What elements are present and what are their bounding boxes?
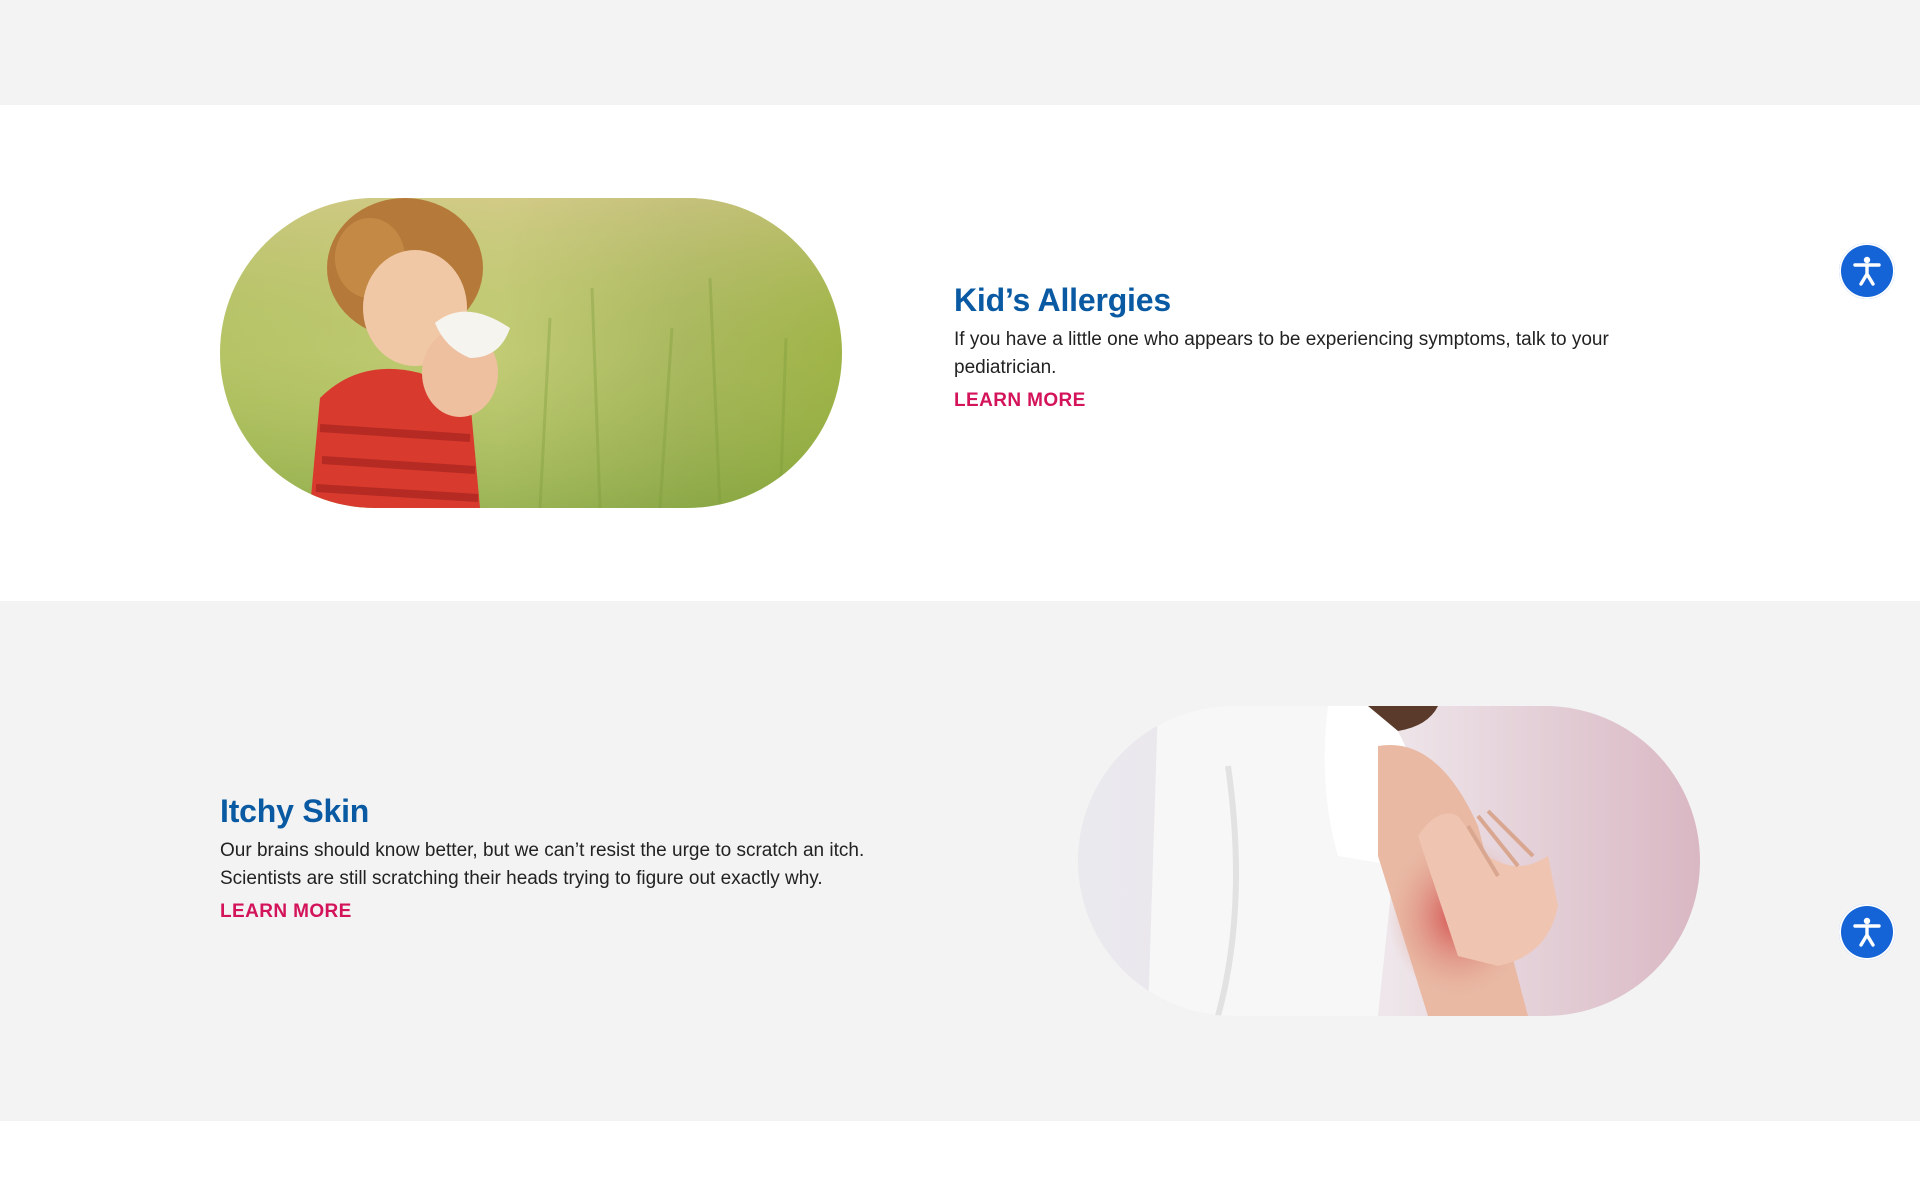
accessibility-button[interactable] xyxy=(1839,904,1895,960)
learn-more-link-allergies[interactable]: LEARN MORE xyxy=(954,390,1086,412)
kids-allergies-text: Kid’s Allergies If you have a little one… xyxy=(954,280,1674,412)
section-itchy-skin: Itchy Skin Our brains should know better… xyxy=(0,601,1920,1121)
section-description: If you have a little one who appears to … xyxy=(954,329,1609,378)
section-title: Itchy Skin xyxy=(220,793,370,829)
accessibility-button[interactable] xyxy=(1839,243,1895,299)
itchy-skin-text: Itchy Skin Our brains should know better… xyxy=(220,791,920,923)
kids-allergies-image xyxy=(220,198,842,508)
top-band xyxy=(0,0,1920,105)
section-kids-allergies: Kid’s Allergies If you have a little one… xyxy=(0,105,1920,601)
section-description: Our brains should know better, but we ca… xyxy=(220,840,865,889)
accessibility-person-icon xyxy=(1853,256,1881,286)
learn-more-link-itchy-skin[interactable]: LEARN MORE xyxy=(220,901,352,923)
accessibility-person-icon xyxy=(1853,917,1881,947)
arm-scratching-photo xyxy=(1078,706,1700,1016)
bottom-band xyxy=(0,1121,1920,1200)
section-title: Kid’s Allergies xyxy=(954,282,1171,318)
itchy-skin-image xyxy=(1078,706,1700,1016)
child-sneezing-photo xyxy=(220,198,842,508)
